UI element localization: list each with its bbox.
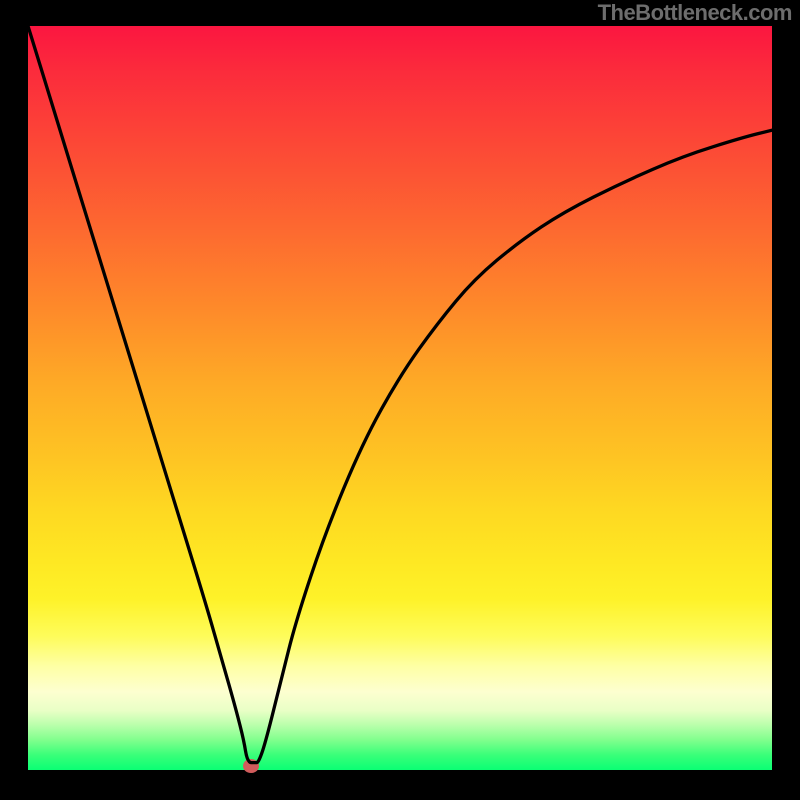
curve-svg [28, 26, 772, 770]
chart-wrapper: TheBottleneck.com [0, 0, 800, 800]
curve-path [28, 26, 772, 763]
watermark-text: TheBottleneck.com [598, 0, 792, 26]
